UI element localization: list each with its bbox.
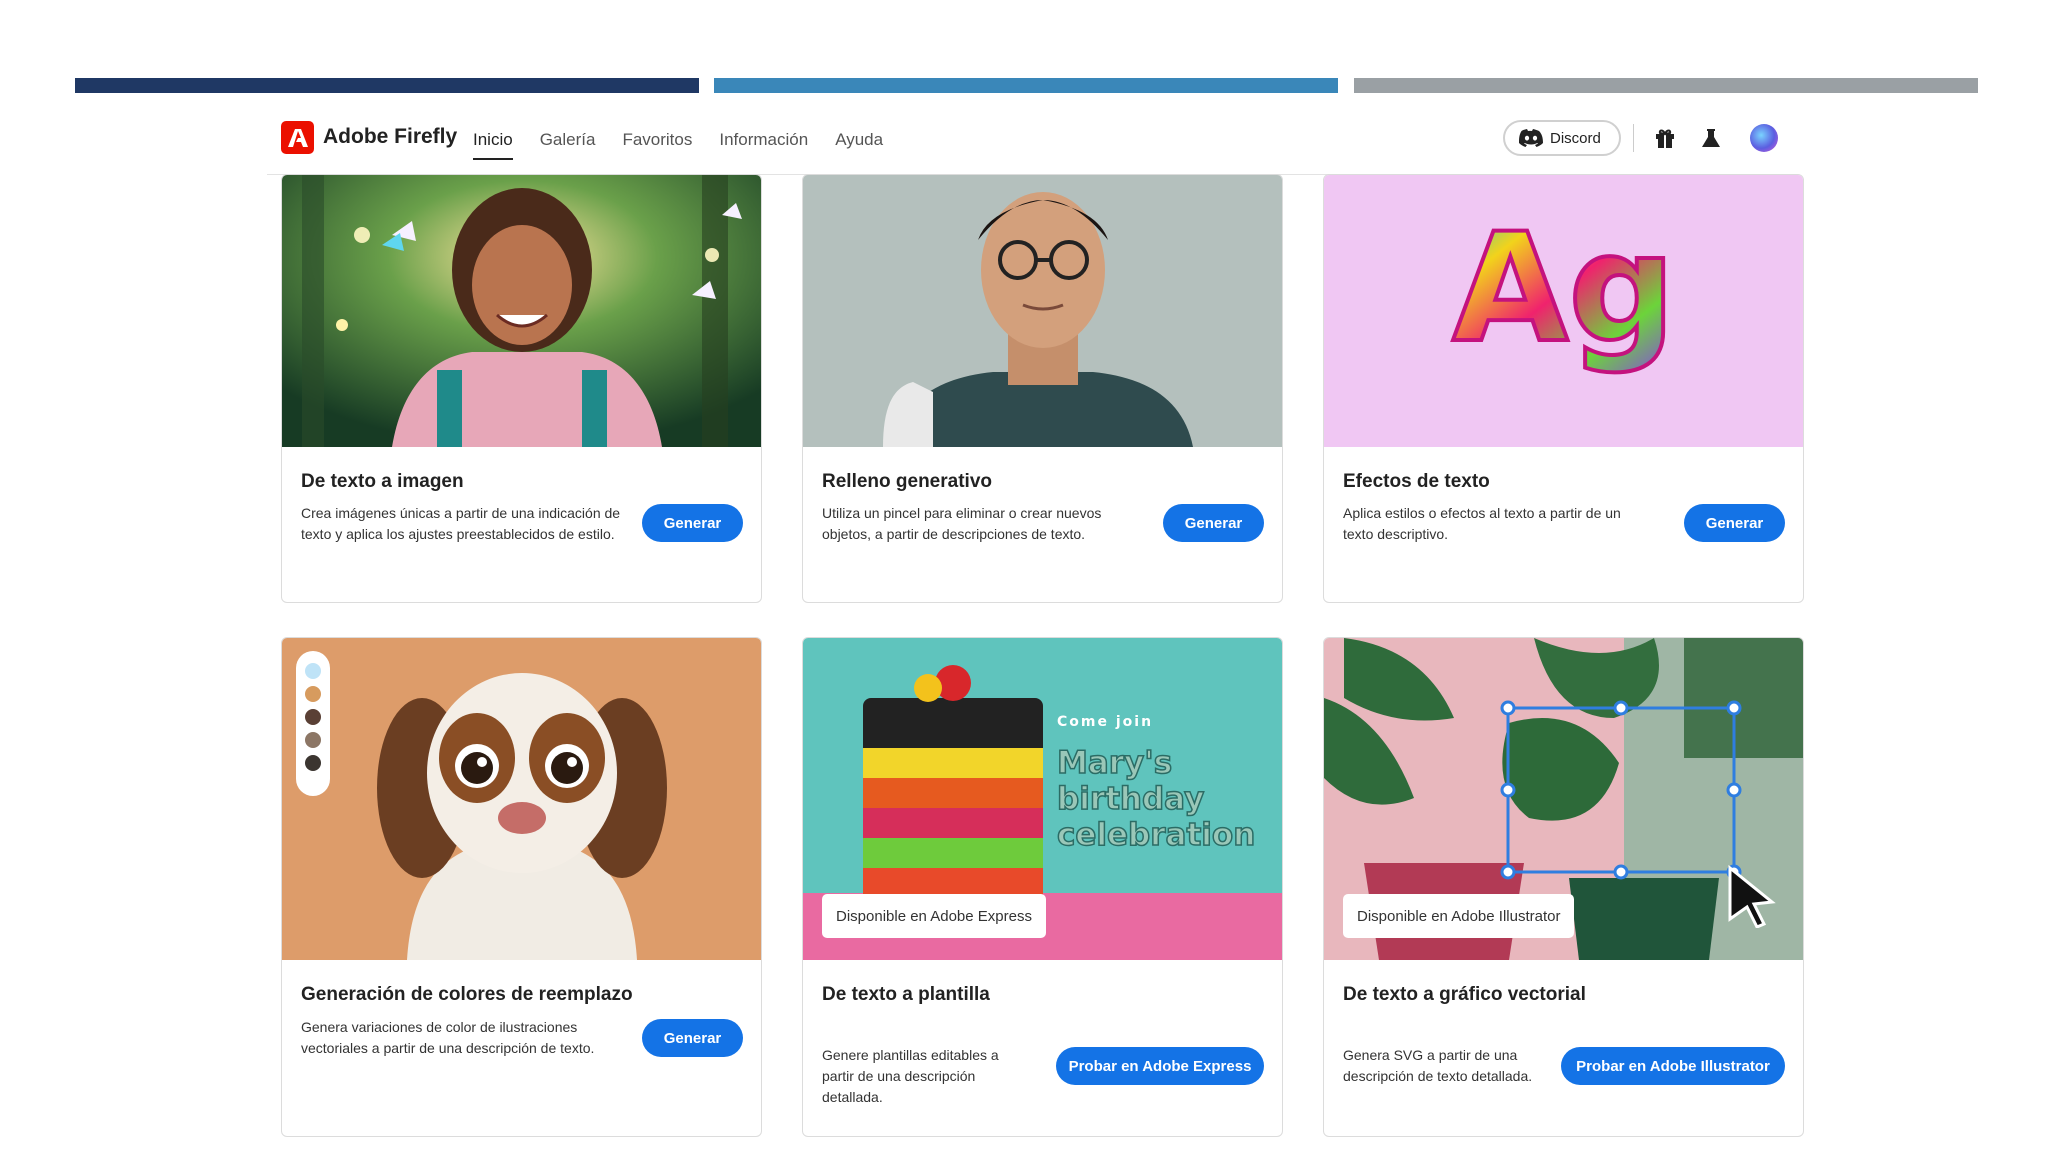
card-description: Aplica estilos o efectos al texto a part… — [1343, 505, 1621, 542]
card-description: Genera variaciones de color de ilustraci… — [301, 1019, 595, 1056]
main-nav: Inicio Galería Favoritos Información Ayu… — [473, 130, 883, 160]
slide-top-bars — [75, 78, 1978, 93]
thumb-small-text: Come join — [1057, 714, 1153, 730]
card-title: De texto a imagen — [301, 471, 464, 492]
thumb-text: Ag — [1452, 202, 1675, 376]
card-description: Crea imágenes únicas a partir de una ind… — [301, 505, 621, 542]
availability-badge: Disponible en Adobe Illustrator — [1343, 894, 1575, 938]
thumb-big-text-1: Mary's — [1057, 745, 1172, 781]
generate-button[interactable]: Generar — [1163, 504, 1264, 542]
card-thumbnail — [282, 175, 761, 447]
availability-badge: Disponible en Adobe Express — [822, 894, 1046, 938]
flask-icon[interactable] — [1699, 126, 1723, 150]
card-title: De texto a gráfico vectorial — [1343, 984, 1586, 1005]
card-thumbnail — [282, 638, 761, 960]
card-text-to-vector[interactable]: Disponible en Adobe Illustrator De texto… — [1323, 637, 1804, 1137]
card-text-to-image[interactable]: De texto a imagen Crea imágenes únicas a… — [281, 174, 762, 603]
card-thumbnail: Ag — [1324, 175, 1803, 447]
nav-favoritos[interactable]: Favoritos — [622, 130, 692, 160]
app-header: Adobe Firefly Inicio Galería Favoritos I… — [267, 112, 1784, 175]
brand-name[interactable]: Adobe Firefly — [323, 125, 457, 149]
card-title: Generación de colores de reemplazo — [301, 984, 633, 1005]
discord-button[interactable]: Discord — [1503, 120, 1621, 156]
card-description: Genera SVG a partir de una descripción d… — [1343, 1047, 1533, 1084]
card-title: Relleno generativo — [822, 471, 992, 492]
card-thumbnail — [803, 175, 1282, 447]
card-description: Genere plantillas editables a partir de … — [822, 1047, 999, 1105]
card-generative-fill[interactable]: Relleno generativo Utiliza un pincel par… — [802, 174, 1283, 603]
card-title: De texto a plantilla — [822, 984, 990, 1005]
header-divider — [1633, 124, 1634, 152]
nav-inicio[interactable]: Inicio — [473, 130, 513, 160]
bar-blue — [714, 78, 1338, 93]
adobe-logo-icon[interactable] — [281, 121, 314, 154]
gift-icon[interactable] — [1653, 126, 1677, 150]
bar-gray — [1354, 78, 1978, 93]
generate-button[interactable]: Generar — [642, 504, 743, 542]
thumb-big-text-3: celebration — [1057, 817, 1255, 853]
bar-navy — [75, 78, 699, 93]
generate-button[interactable]: Generar — [1684, 504, 1785, 542]
card-text-effects[interactable]: Ag Efectos de texto Aplica estilos o efe… — [1323, 174, 1804, 603]
cursor-arrow-icon — [1728, 864, 1776, 928]
generate-button[interactable]: Generar — [642, 1019, 743, 1057]
card-thumbnail: Come join Mary's birthday celebration Di… — [803, 638, 1282, 960]
nav-informacion[interactable]: Información — [719, 130, 808, 160]
try-adobe-express-button[interactable]: Probar en Adobe Express — [1056, 1047, 1264, 1085]
nav-galeria[interactable]: Galería — [540, 130, 596, 160]
user-avatar[interactable] — [1750, 124, 1778, 152]
nav-ayuda[interactable]: Ayuda — [835, 130, 883, 160]
card-description: Utiliza un pincel para eliminar o crear … — [822, 505, 1102, 542]
card-title: Efectos de texto — [1343, 471, 1490, 492]
firefly-app: Adobe Firefly Inicio Galería Favoritos I… — [267, 112, 1804, 1152]
thumb-big-text-2: birthday — [1057, 781, 1204, 817]
card-thumbnail: Disponible en Adobe Illustrator — [1324, 638, 1803, 960]
card-text-to-template[interactable]: Come join Mary's birthday celebration Di… — [802, 637, 1283, 1137]
card-recolor[interactable]: Generación de colores de reemplazo Gener… — [281, 637, 762, 1137]
discord-icon — [1519, 129, 1543, 147]
try-adobe-illustrator-button[interactable]: Probar en Adobe Illustrator — [1561, 1047, 1785, 1085]
discord-label: Discord — [1550, 129, 1601, 147]
